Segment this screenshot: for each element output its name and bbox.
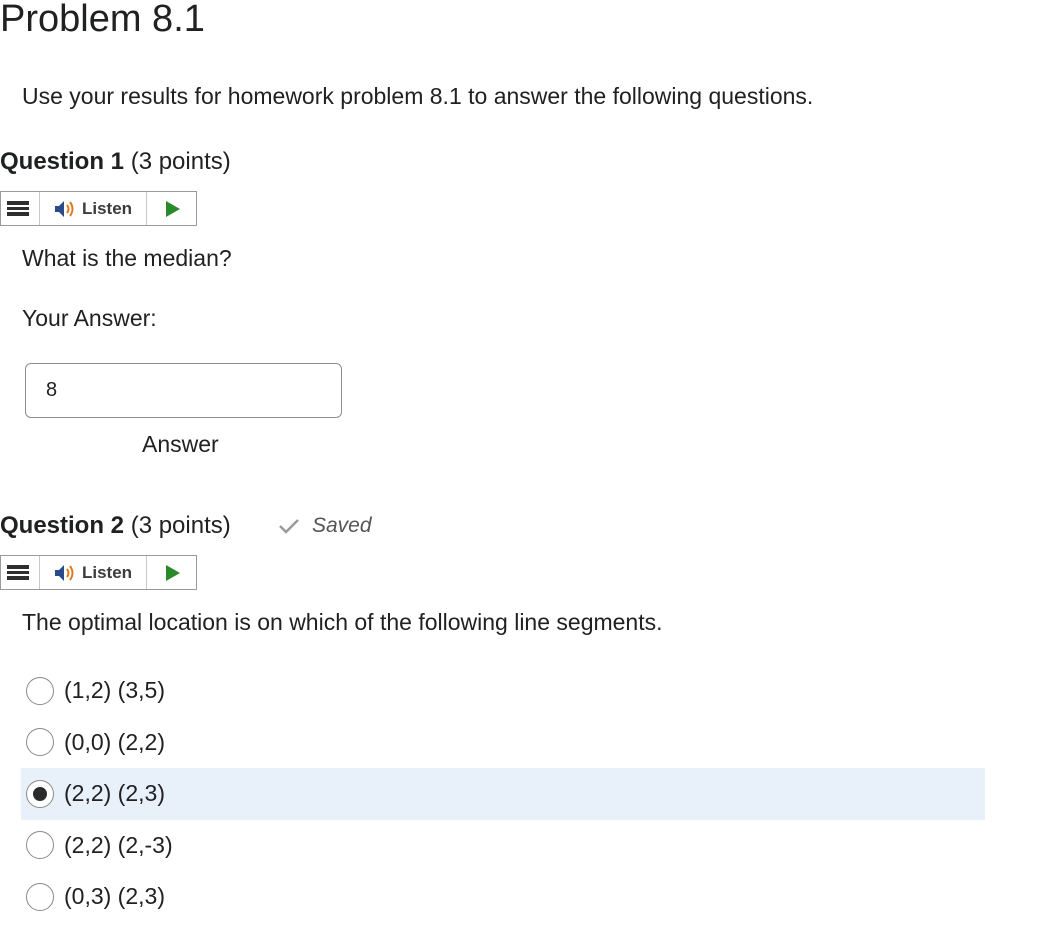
answer-input[interactable]: [25, 363, 342, 418]
answer-option-label: (2,2) (2,-3): [64, 831, 173, 858]
play-button[interactable]: [147, 556, 196, 589]
radio-button[interactable]: [26, 728, 54, 757]
speaker-icon: [55, 564, 74, 581]
answer-option-label: (1,2) (3,5): [64, 677, 165, 704]
listen-label: Listen: [82, 198, 133, 218]
play-icon: [165, 200, 180, 217]
answer-caption: Answer: [142, 431, 219, 457]
radio-button[interactable]: [26, 676, 54, 705]
question-1-label: Question 1: [0, 148, 125, 175]
radio-button[interactable]: [26, 779, 54, 808]
question-1-heading: Question 1 (3 points): [0, 148, 231, 176]
saved-status: Saved: [278, 514, 372, 538]
intro-text: Use your results for homework problem 8.…: [22, 83, 814, 109]
listen-button[interactable]: Listen: [39, 192, 147, 225]
saved-status-text: Saved: [312, 514, 372, 537]
speaker-icon: [55, 200, 74, 217]
question-2-label: Question 2: [0, 512, 125, 539]
radio-button[interactable]: [26, 882, 54, 911]
listen-menu-button[interactable]: [1, 192, 39, 225]
answer-option-label: (2,2) (2,3): [64, 780, 165, 807]
question-1-prompt: What is the median?: [22, 245, 232, 271]
check-icon: [279, 519, 299, 534]
menu-icon: [7, 201, 29, 216]
listen-button[interactable]: Listen: [39, 556, 147, 589]
listen-menu-button[interactable]: [1, 556, 39, 589]
play-icon: [165, 564, 180, 581]
answer-option[interactable]: (2,2) (2,-3): [21, 820, 985, 872]
answer-option[interactable]: (2,2) (2,3): [21, 768, 985, 820]
question-1-points: (3 points): [130, 148, 231, 175]
question-1-listen-toolbar: Listen: [0, 191, 197, 226]
answer-option-label: (0,3) (2,3): [64, 883, 165, 910]
page-title: Problem 8.1: [0, 0, 205, 40]
question-2-listen-toolbar: Listen: [0, 555, 197, 590]
play-button[interactable]: [147, 192, 196, 225]
menu-icon: [7, 565, 29, 580]
answer-option-label: (0,0) (2,2): [64, 728, 165, 755]
listen-label: Listen: [82, 562, 133, 582]
question-2-points: (3 points): [130, 512, 231, 539]
radio-button[interactable]: [26, 831, 54, 860]
answer-options: (1,2) (3,5) (0,0) (2,2) (2,2) (2,3) (2,2…: [21, 665, 985, 923]
your-answer-label: Your Answer:: [22, 305, 157, 331]
answer-option[interactable]: (1,2) (3,5): [21, 665, 985, 717]
answer-option[interactable]: (0,3) (2,3): [21, 871, 985, 923]
question-2-heading: Question 2 (3 points): [0, 512, 231, 540]
answer-option[interactable]: (0,0) (2,2): [21, 717, 985, 769]
question-2-prompt: The optimal location is on which of the …: [22, 609, 663, 635]
